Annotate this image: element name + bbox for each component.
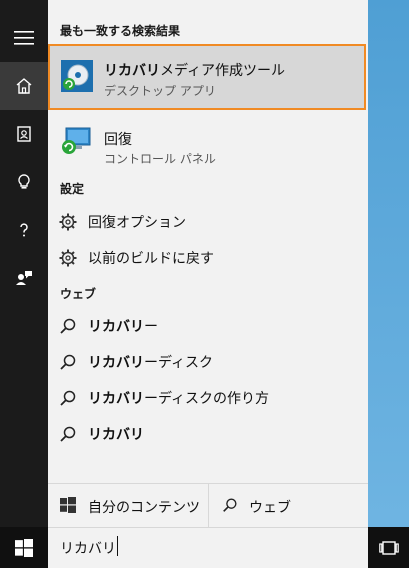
home-icon <box>16 78 32 94</box>
search-query-text: リカバリ <box>60 541 116 557</box>
search-icon <box>60 390 76 406</box>
search-icon <box>60 426 76 442</box>
tab-my-content-label: 自分のコンテンツ <box>88 500 200 516</box>
section-web-title: ウェブ <box>60 287 97 301</box>
section-best-match-title: 最も一致する検索結果 <box>60 24 181 38</box>
question-icon <box>20 223 28 237</box>
settings-item-label: 回復オプション <box>88 215 186 231</box>
tab-web-label: ウェブ <box>249 500 291 516</box>
settings-item-recovery-options[interactable]: 回復オプション <box>48 204 368 240</box>
hamburger-menu-button[interactable] <box>0 14 48 62</box>
rail-help-button[interactable] <box>0 206 48 254</box>
feedback-icon <box>16 271 32 285</box>
best-match-result[interactable]: リカバリメディア作成ツール デスクトップ アプリ <box>48 44 366 110</box>
taskbar: リカバリ <box>0 527 409 568</box>
windows-logo-icon <box>60 497 76 513</box>
recovery-title: 回復 <box>104 132 132 148</box>
text-caret <box>117 536 118 556</box>
task-view-button[interactable] <box>368 527 409 568</box>
rail-reminders-button[interactable] <box>0 158 48 206</box>
tab-web[interactable]: ウェブ <box>209 484 368 527</box>
search-icon <box>223 498 237 512</box>
web-suggestion-item[interactable]: リカバリーディスク <box>48 344 368 380</box>
best-match-subtitle: デスクトップ アプリ <box>104 84 216 98</box>
rail-home-button[interactable] <box>0 62 48 110</box>
start-button[interactable] <box>0 527 48 568</box>
web-suggestion-item[interactable]: リカバリーディスクの作り方 <box>48 380 368 416</box>
web-suggestion-label: リカバリー <box>88 319 158 335</box>
web-suggestion-label: リカバリ <box>88 427 144 443</box>
search-filter-tabs: 自分のコンテンツ ウェブ <box>48 483 368 527</box>
settings-item-go-back-previous-build[interactable]: 以前のビルドに戻す <box>48 240 368 276</box>
lightbulb-icon <box>18 174 30 189</box>
web-suggestion-item[interactable]: リカバリー <box>48 308 368 344</box>
search-icon <box>60 354 76 370</box>
section-settings-title: 設定 <box>60 182 85 196</box>
search-input[interactable]: リカバリ <box>48 527 368 568</box>
start-rail <box>0 0 48 527</box>
search-icon <box>60 318 76 334</box>
windows-logo-icon <box>15 538 33 557</box>
tab-my-content[interactable]: 自分のコンテンツ <box>48 484 208 527</box>
gear-icon <box>59 213 77 231</box>
web-suggestion-label: リカバリーディスク <box>88 355 214 371</box>
settings-item-label: 以前のビルドに戻す <box>88 251 214 267</box>
recovery-subtitle: コントロール パネル <box>104 152 216 166</box>
best-match-title: リカバリメディア作成ツール <box>104 63 286 79</box>
rail-notebook-button[interactable] <box>0 110 48 158</box>
search-results-panel: 最も一致する検索結果 リカバリメディア作成ツール デスクトップ アプリ 回復 コ… <box>48 0 368 527</box>
gear-icon <box>59 249 77 267</box>
media-creation-tool-icon <box>61 60 93 92</box>
recovery-icon <box>62 127 91 154</box>
task-view-icon <box>378 540 399 555</box>
recovery-control-panel-result[interactable]: 回復 コントロール パネル <box>48 114 368 170</box>
notebook-icon <box>17 126 31 142</box>
rail-feedback-button[interactable] <box>0 254 48 302</box>
web-suggestion-label: リカバリーディスクの作り方 <box>88 391 270 407</box>
web-suggestion-item[interactable]: リカバリ <box>48 416 368 452</box>
hamburger-icon <box>14 31 34 45</box>
